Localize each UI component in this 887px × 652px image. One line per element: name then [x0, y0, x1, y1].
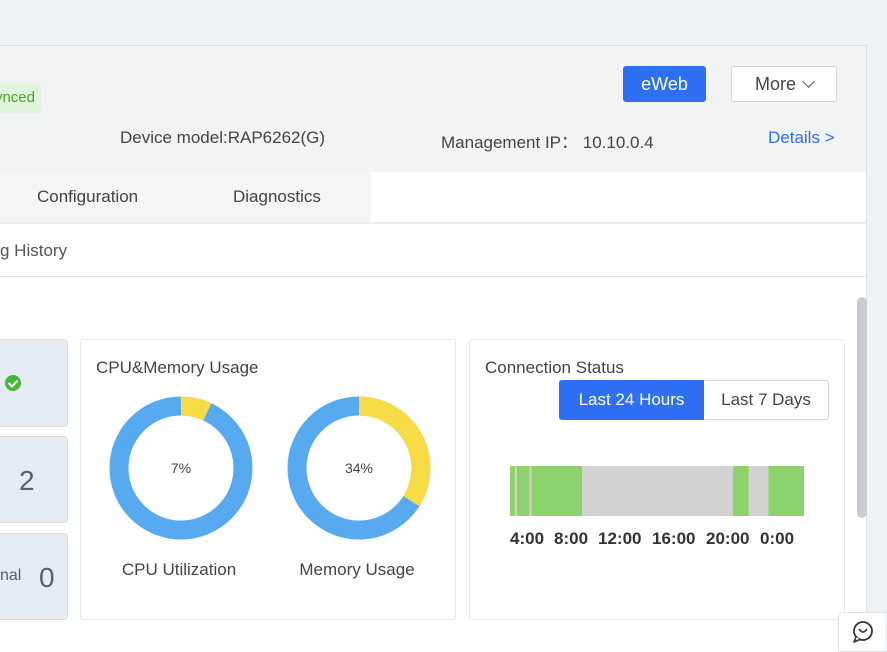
- timeline-segment-online: [510, 466, 515, 516]
- tab-diagnostics[interactable]: Diagnostics: [233, 187, 321, 207]
- details-link[interactable]: Details >: [768, 128, 835, 148]
- time-label: 16:00: [652, 529, 696, 548]
- time-label: 12:00: [598, 529, 642, 548]
- memory-donut-used: [358, 396, 431, 507]
- connection-status-card: Connection Status Last 24 Hours Last 7 D…: [469, 339, 845, 620]
- device-model: Device model:RAP6262(G): [120, 128, 326, 147]
- chat-button[interactable]: [838, 612, 887, 652]
- status-card: [0, 339, 68, 427]
- connection-status-title: Connection Status: [485, 358, 624, 377]
- more-button[interactable]: More: [731, 66, 837, 102]
- timeline-segment-online: [732, 466, 749, 516]
- cpu-label: CPU Utilization: [121, 560, 237, 579]
- timeline-segment-offline: [529, 466, 532, 516]
- abnormal-card: nal 0: [0, 533, 68, 620]
- cpu-percent: 7%: [171, 460, 191, 476]
- tabs-divider: [0, 222, 866, 224]
- timeline-segment-online: [516, 466, 530, 516]
- device-header: ynced eWeb More Device model:RAP6262(G) …: [0, 46, 866, 172]
- cpu-memory-card: CPU&Memory Usage 7% 34% CPU Utilization …: [80, 339, 456, 620]
- cpu-memory-title: CPU&Memory Usage: [96, 358, 259, 377]
- sync-status-badge: ynced: [0, 83, 41, 113]
- time-label: 4:00: [510, 529, 545, 548]
- eweb-button[interactable]: eWeb: [623, 66, 706, 102]
- device-tabs: Configuration Diagnostics: [0, 172, 866, 224]
- tab-configuration[interactable]: Configuration: [37, 187, 138, 207]
- memory-percent: 34%: [345, 460, 373, 476]
- management-ip: Management IP： 10.10.0.4: [441, 133, 654, 152]
- timeline-segment-offline: [748, 466, 769, 516]
- vertical-scrollbar[interactable]: [857, 297, 867, 518]
- device-panel: ynced eWeb More Device model:RAP6262(G) …: [0, 45, 867, 652]
- subtab-history[interactable]: g History: [0, 241, 67, 261]
- online-check-icon: [5, 375, 21, 391]
- abnormal-label: nal: [0, 567, 22, 584]
- cpu-donut: 7%: [109, 396, 253, 540]
- memory-label: Memory Usage: [299, 560, 415, 579]
- last-24-hours-button[interactable]: Last 24 Hours: [559, 380, 704, 420]
- abnormal-value: 0: [39, 562, 55, 593]
- time-label: 8:00: [554, 529, 589, 548]
- timeline-segment-offline: [514, 466, 517, 516]
- subtab-divider: [0, 276, 866, 277]
- last-7-days-button[interactable]: Last 7 Days: [704, 380, 829, 420]
- chevron-down-icon: [802, 75, 815, 88]
- time-range-toggle: Last 24 Hours Last 7 Days: [559, 380, 829, 420]
- timeline-segment-offline: [582, 466, 733, 516]
- cpu-donut-used: [180, 396, 212, 421]
- more-button-label: More: [754, 73, 796, 94]
- timeline-segment-online: [768, 466, 804, 516]
- count-card: 2: [0, 436, 68, 523]
- timeline-segment-online: [531, 466, 583, 516]
- connection-timeline: [510, 466, 804, 516]
- memory-donut: 34%: [287, 396, 431, 540]
- time-label: 0:00: [760, 529, 795, 548]
- time-label: 20:00: [706, 529, 750, 548]
- count-value: 2: [19, 465, 35, 496]
- chat-icon: [853, 621, 873, 643]
